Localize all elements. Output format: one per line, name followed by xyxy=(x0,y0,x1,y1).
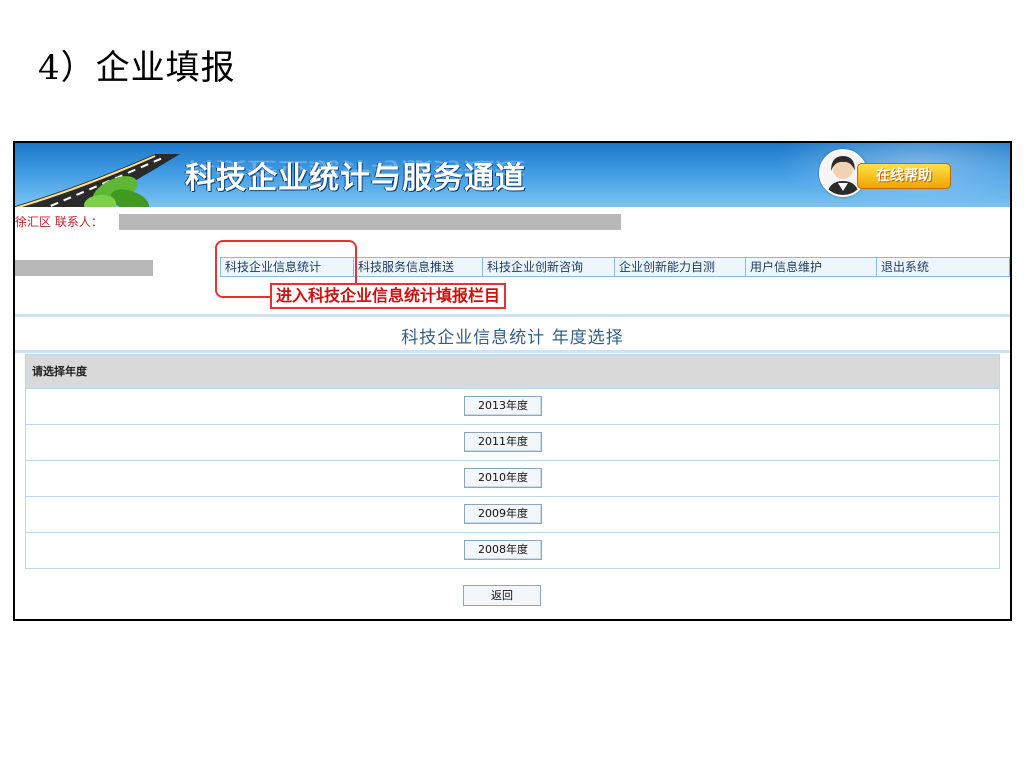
year-button-2009[interactable]: 2009年度 xyxy=(464,504,542,524)
year-selection-table: 请选择年度 2013年度 2011年度 2010年度 2009年度 2008年度 xyxy=(25,354,1000,569)
banner-title-reflection: 科技企业统计与服务通道 xyxy=(185,157,526,179)
table-row: 2013年度 xyxy=(26,389,999,425)
table-row: 2011年度 xyxy=(26,425,999,461)
redacted-company xyxy=(15,260,153,276)
section-divider-top xyxy=(15,314,1010,317)
table-row: 2008年度 xyxy=(26,533,999,568)
menu-item-service-push[interactable]: 科技服务信息推送 xyxy=(354,258,483,276)
banner: 科技企业统计与服务通道 科技企业统计与服务通道 在线帮助 xyxy=(15,143,1010,207)
table-row: 2009年度 xyxy=(26,497,999,533)
redacted-contact xyxy=(119,214,621,230)
year-table-header: 请选择年度 xyxy=(26,355,999,389)
year-button-2011[interactable]: 2011年度 xyxy=(464,432,542,452)
online-help-button[interactable]: 在线帮助 xyxy=(857,163,951,189)
menu-item-logout[interactable]: 退出系统 xyxy=(877,258,1009,276)
year-button-2008[interactable]: 2008年度 xyxy=(464,540,542,560)
menu-item-user-info[interactable]: 用户信息维护 xyxy=(746,258,877,276)
year-button-2013[interactable]: 2013年度 xyxy=(464,396,542,416)
section-divider-bottom xyxy=(15,350,1010,353)
menu-item-innovation-consult[interactable]: 科技企业创新咨询 xyxy=(483,258,615,276)
road-leaf-graphic xyxy=(15,154,180,207)
year-button-2010[interactable]: 2010年度 xyxy=(464,468,542,488)
contact-info: 徐汇区 联系人： xyxy=(15,215,103,229)
slide-title: 4）企业填报 xyxy=(38,48,236,88)
online-help[interactable]: 在线帮助 xyxy=(819,149,959,197)
app-window: 科技企业统计与服务通道 科技企业统计与服务通道 在线帮助 徐汇区 联系人： 科技… xyxy=(13,141,1012,621)
table-row: 2010年度 xyxy=(26,461,999,497)
back-button[interactable]: 返回 xyxy=(463,585,541,606)
annotation-callout: 进入科技企业信息统计填报栏目 xyxy=(270,283,507,309)
section-title: 科技企业信息统计 年度选择 xyxy=(401,328,624,348)
menu-item-innovation-selftest[interactable]: 企业创新能力自测 xyxy=(615,258,746,276)
